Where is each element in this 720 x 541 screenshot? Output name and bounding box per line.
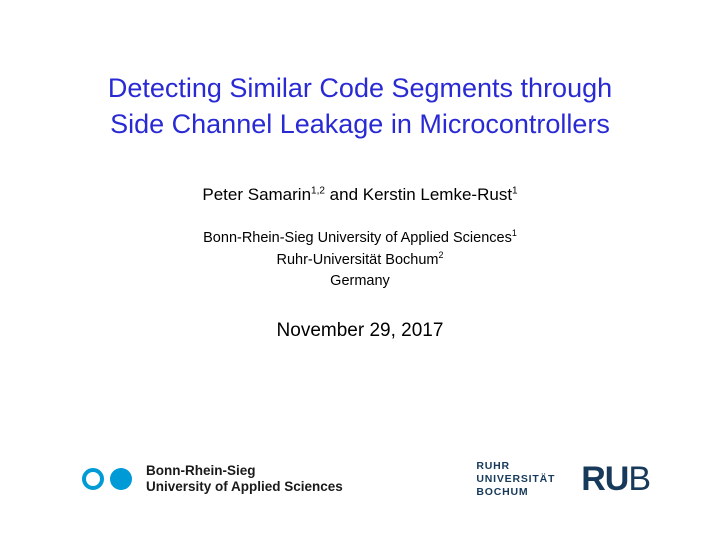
circle-outline-icon [82,468,104,490]
brs-logo-text: Bonn-Rhein-Sieg University of Applied Sc… [146,463,343,495]
brs-line-1: Bonn-Rhein-Sieg [146,463,256,478]
rub-small-2: UNIVERSITÄT [476,473,555,485]
rub-logo-mark: RUB [581,462,650,496]
author-2: Kerstin Lemke-Rust [363,185,512,204]
author-2-affil-sup: 1 [512,185,518,196]
brs-logo-icon [82,468,132,490]
rub-mark-ru: RU [581,460,628,498]
affiliation-2: Ruhr-Universität Bochum [277,252,439,268]
rub-logo: RUHR UNIVERSITÄT BOCHUM RUB [476,460,650,499]
author-1-affil-sup: 1,2 [311,185,325,196]
affiliation-1-sup: 1 [512,228,517,238]
authors-line: Peter Samarin1,2 and Kerstin Lemke-Rust1 [60,185,660,205]
rub-mark-b: B [628,460,650,498]
affiliation-country: Germany [330,273,390,289]
rub-small-3: BOCHUM [476,486,528,498]
slide-title: Detecting Similar Code Segments through … [60,70,660,143]
affiliation-1: Bonn-Rhein-Sieg University of Applied Sc… [203,230,512,246]
title-line-1: Detecting Similar Code Segments through [108,73,612,103]
footer-logos: Bonn-Rhein-Sieg University of Applied Sc… [0,460,720,499]
title-line-2: Side Channel Leakage in Microcontrollers [110,109,610,139]
brs-line-2: University of Applied Sciences [146,479,343,494]
authors-joiner: and [325,185,363,204]
rub-small-1: RUHR [476,460,510,472]
rub-logo-text: RUHR UNIVERSITÄT BOCHUM [476,460,555,499]
affiliation-2-sup: 2 [438,250,443,260]
author-1: Peter Samarin [202,185,311,204]
brs-logo: Bonn-Rhein-Sieg University of Applied Sc… [82,463,343,495]
talk-date: November 29, 2017 [60,320,660,342]
circle-solid-icon [110,468,132,490]
affiliations-block: Bonn-Rhein-Sieg University of Applied Sc… [60,227,660,292]
